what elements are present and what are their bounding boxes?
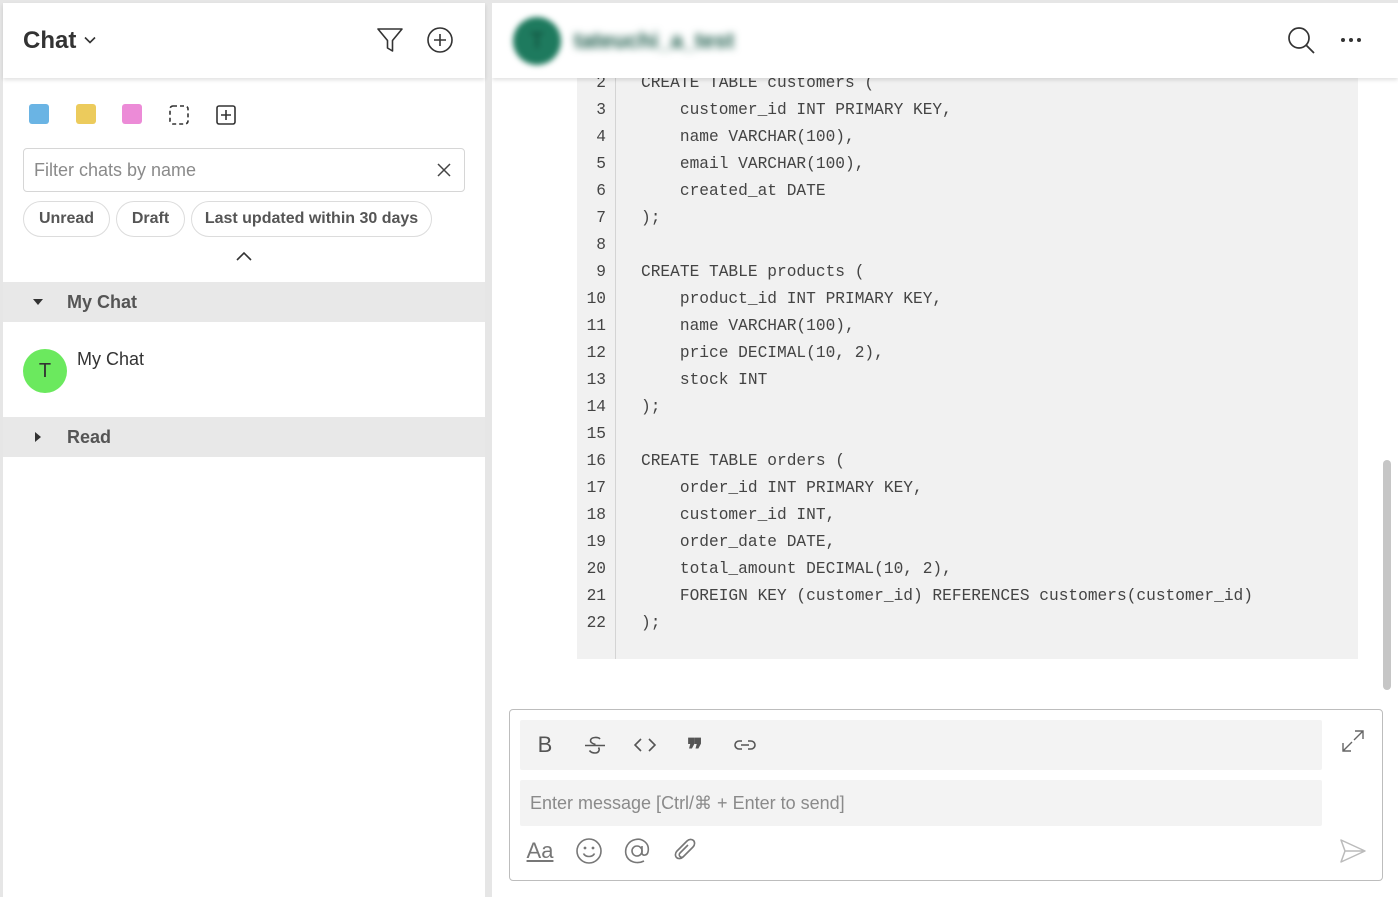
code-line-number: 22	[586, 614, 606, 632]
code-icon[interactable]	[632, 732, 658, 758]
section-label: Read	[67, 427, 112, 447]
conversation-panel: 1-- create tables for customers, product…	[492, 3, 1398, 897]
blue-label-swatch[interactable]	[29, 104, 49, 124]
code-line-text: customer_id INT,	[641, 506, 836, 524]
filter-chip-last-updated[interactable]: Last updated within 30 days	[191, 201, 432, 237]
more-options-icon[interactable]	[1338, 30, 1364, 50]
code-line-text: name VARCHAR(100),	[641, 317, 855, 335]
code-line-number: 17	[586, 479, 606, 497]
chat-sidebar: Chat Unread Draft Last updated within 30	[3, 3, 485, 897]
code-line-text: created_at DATE	[641, 182, 826, 200]
expand-icon[interactable]	[1340, 728, 1366, 754]
code-line-number: 16	[586, 452, 606, 470]
code-line-number: 5	[596, 155, 606, 173]
code-line-text: total_amount DECIMAL(10, 2),	[641, 560, 952, 578]
close-icon[interactable]	[436, 162, 452, 178]
code-line-number: 9	[596, 263, 606, 281]
code-line-text: CREATE TABLE products (	[641, 263, 865, 281]
section-header-read[interactable]: Read	[3, 417, 485, 457]
message-input[interactable]	[530, 780, 1310, 826]
triangle-right-icon	[35, 432, 41, 442]
code-line-number: 14	[586, 398, 606, 416]
format-toolbar: B ❞	[520, 720, 1322, 770]
yellow-label-swatch[interactable]	[76, 104, 96, 124]
chat-list-title[interactable]: Chat	[23, 27, 76, 55]
code-line-number: 6	[596, 182, 606, 200]
filter-chip-draft[interactable]: Draft	[116, 201, 185, 237]
send-icon[interactable]	[1338, 836, 1368, 866]
code-gutter-divider	[615, 59, 616, 659]
search-icon[interactable]	[1286, 25, 1316, 55]
code-block: 1-- create tables for customers, product…	[577, 47, 1358, 659]
pink-label-swatch[interactable]	[122, 104, 142, 124]
chat-item-name: My Chat	[77, 349, 145, 369]
code-line-number: 11	[586, 317, 606, 335]
code-line-number: 13	[586, 371, 606, 389]
code-line-number: 19	[586, 533, 606, 551]
avatar: T	[23, 349, 67, 393]
code-line-number: 20	[586, 560, 606, 578]
emoji-icon[interactable]	[574, 836, 604, 866]
avatar[interactable]: T	[513, 17, 561, 65]
scrollbar-thumb[interactable]	[1383, 460, 1391, 690]
code-line-text: name VARCHAR(100),	[641, 128, 855, 146]
code-line-number: 8	[596, 236, 606, 254]
text-style-button[interactable]: Aa	[525, 836, 555, 866]
chevron-up-icon[interactable]	[234, 249, 254, 263]
sidebar-header: Chat	[3, 3, 485, 78]
code-line-number: 7	[596, 209, 606, 227]
filter-icon[interactable]	[375, 25, 405, 55]
message-box	[520, 780, 1322, 826]
conversation-header: T tateuchi_a_test	[492, 3, 1398, 78]
code-line-text: product_id INT PRIMARY KEY,	[641, 290, 943, 308]
filter-chip-unread[interactable]: Unread	[23, 201, 110, 237]
chat-filter-box	[23, 148, 465, 192]
code-line-text: order_date DATE,	[641, 533, 836, 551]
add-label-square-icon[interactable]	[215, 104, 237, 126]
bold-button[interactable]: B	[532, 732, 558, 758]
chevron-down-icon[interactable]	[83, 33, 97, 47]
code-line-text: order_id INT PRIMARY KEY,	[641, 479, 923, 497]
code-line-text: );	[641, 398, 661, 416]
link-icon[interactable]	[732, 732, 758, 758]
code-line-number: 4	[596, 128, 606, 146]
no-label-dashed-square-icon[interactable]	[168, 104, 190, 126]
code-line-text: );	[641, 614, 661, 632]
paperclip-attach-icon[interactable]	[670, 836, 700, 866]
triangle-down-icon	[33, 299, 43, 305]
code-line-text: FOREIGN KEY (customer_id) REFERENCES cus…	[641, 587, 1253, 605]
code-line-text: stock INT	[641, 371, 768, 389]
code-line-number: 21	[586, 587, 606, 605]
conversation-peer-name[interactable]: tateuchi_a_test	[574, 28, 734, 54]
quote-button[interactable]: ❞	[682, 732, 708, 767]
code-line-number: 18	[586, 506, 606, 524]
section-header-my-chat[interactable]: My Chat	[3, 282, 485, 322]
chat-list-item[interactable]: T My Chat	[3, 324, 485, 416]
code-line-text: email VARCHAR(100),	[641, 155, 865, 173]
code-line-text: price DECIMAL(10, 2),	[641, 344, 884, 362]
code-line-text: );	[641, 209, 661, 227]
mention-icon[interactable]	[622, 836, 652, 866]
code-line-number: 12	[586, 344, 606, 362]
code-line-number: 3	[596, 101, 606, 119]
new-chat-plus-circle-icon[interactable]	[425, 25, 455, 55]
code-line-number: 15	[586, 425, 606, 443]
message-composer: B ❞ Aa	[509, 709, 1383, 881]
code-line-text: CREATE TABLE orders (	[641, 452, 845, 470]
code-line-number: 10	[586, 290, 606, 308]
strikethrough-icon[interactable]	[582, 732, 608, 758]
code-line-text: customer_id INT PRIMARY KEY,	[641, 101, 952, 119]
section-label: My Chat	[67, 292, 138, 312]
filter-chats-input[interactable]	[34, 149, 424, 191]
